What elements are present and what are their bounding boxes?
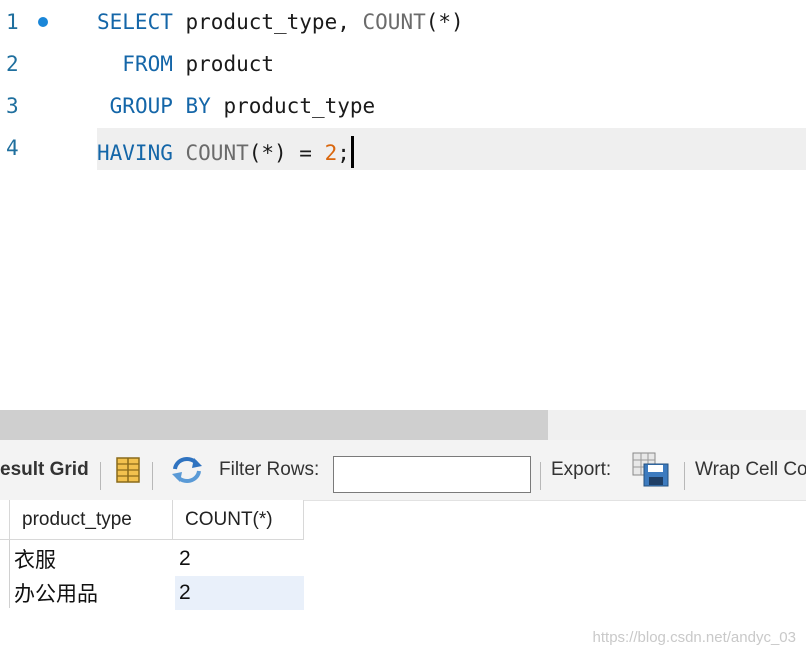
editor-line[interactable]: 1 SELECT product_type, COUNT(*) <box>0 2 806 44</box>
scrollbar-thumb[interactable] <box>0 410 548 440</box>
sql-text: (*) = <box>248 141 325 165</box>
text-cursor <box>350 136 354 168</box>
sql-keyword: GROUP BY <box>109 94 211 118</box>
sql-function: COUNT <box>185 141 249 165</box>
grid-cell[interactable]: 办公用品 <box>10 576 173 610</box>
sql-text: product_type <box>210 94 376 118</box>
line-number: 4 <box>6 136 19 160</box>
line-number: 1 <box>6 10 19 34</box>
sql-editor[interactable]: 1 SELECT product_type, COUNT(*) 2 FROM pro… <box>0 0 806 410</box>
result-grid-tab[interactable]: esult Grid <box>0 440 89 500</box>
filter-rows-label: Filter Rows: <box>219 459 320 480</box>
result-grid-label: esult Grid <box>0 459 89 480</box>
grid-cell[interactable]: 2 <box>175 576 304 610</box>
editor-line[interactable]: 4 HAVING COUNT(*) = 2; <box>0 128 806 170</box>
export-label: Export: <box>551 459 612 480</box>
row-header-corner <box>0 500 10 540</box>
code-text: FROM product <box>97 52 274 76</box>
code-text: SELECT product_type, COUNT(*) <box>97 10 464 34</box>
column-header-product-type[interactable]: product_type <box>10 500 173 540</box>
sql-keyword: HAVING <box>97 141 173 165</box>
grid-layout-icon[interactable] <box>114 440 142 500</box>
filter-rows-input[interactable] <box>333 456 531 493</box>
sql-number: 2 <box>324 141 338 165</box>
divider <box>540 462 541 490</box>
divider <box>152 462 153 490</box>
sql-text: product <box>172 52 275 76</box>
editor-line[interactable]: 2 FROM product <box>0 44 806 86</box>
grid-cell[interactable]: 衣服 <box>10 542 173 576</box>
divider <box>100 462 101 490</box>
sql-function: COUNT <box>362 10 426 34</box>
sql-keyword: SELECT <box>97 10 173 34</box>
refresh-icon[interactable] <box>170 440 204 500</box>
sql-text: product_type, <box>172 10 363 34</box>
line-number: 2 <box>6 52 19 76</box>
sql-text: ; <box>337 141 350 165</box>
statement-marker-icon[interactable] <box>38 17 48 27</box>
sql-keyword: FROM <box>122 52 173 76</box>
watermark: https://blog.csdn.net/andyc_03 <box>592 629 796 646</box>
line-number: 3 <box>6 94 19 118</box>
wrap-cell-content-label[interactable]: Wrap Cell Co <box>695 440 806 500</box>
row-markers <box>0 540 10 608</box>
sql-text: (*) <box>425 10 464 34</box>
column-header-count[interactable]: COUNT(*) <box>173 500 304 540</box>
horizontal-scrollbar[interactable] <box>0 410 806 440</box>
divider <box>684 462 685 490</box>
code-text: GROUP BY product_type <box>97 94 376 118</box>
code-text: HAVING COUNT(*) = 2; <box>97 136 354 168</box>
export-icon[interactable] <box>632 440 670 500</box>
grid-cell[interactable]: 2 <box>175 542 304 576</box>
editor-line[interactable]: 3 GROUP BY product_type <box>0 86 806 128</box>
